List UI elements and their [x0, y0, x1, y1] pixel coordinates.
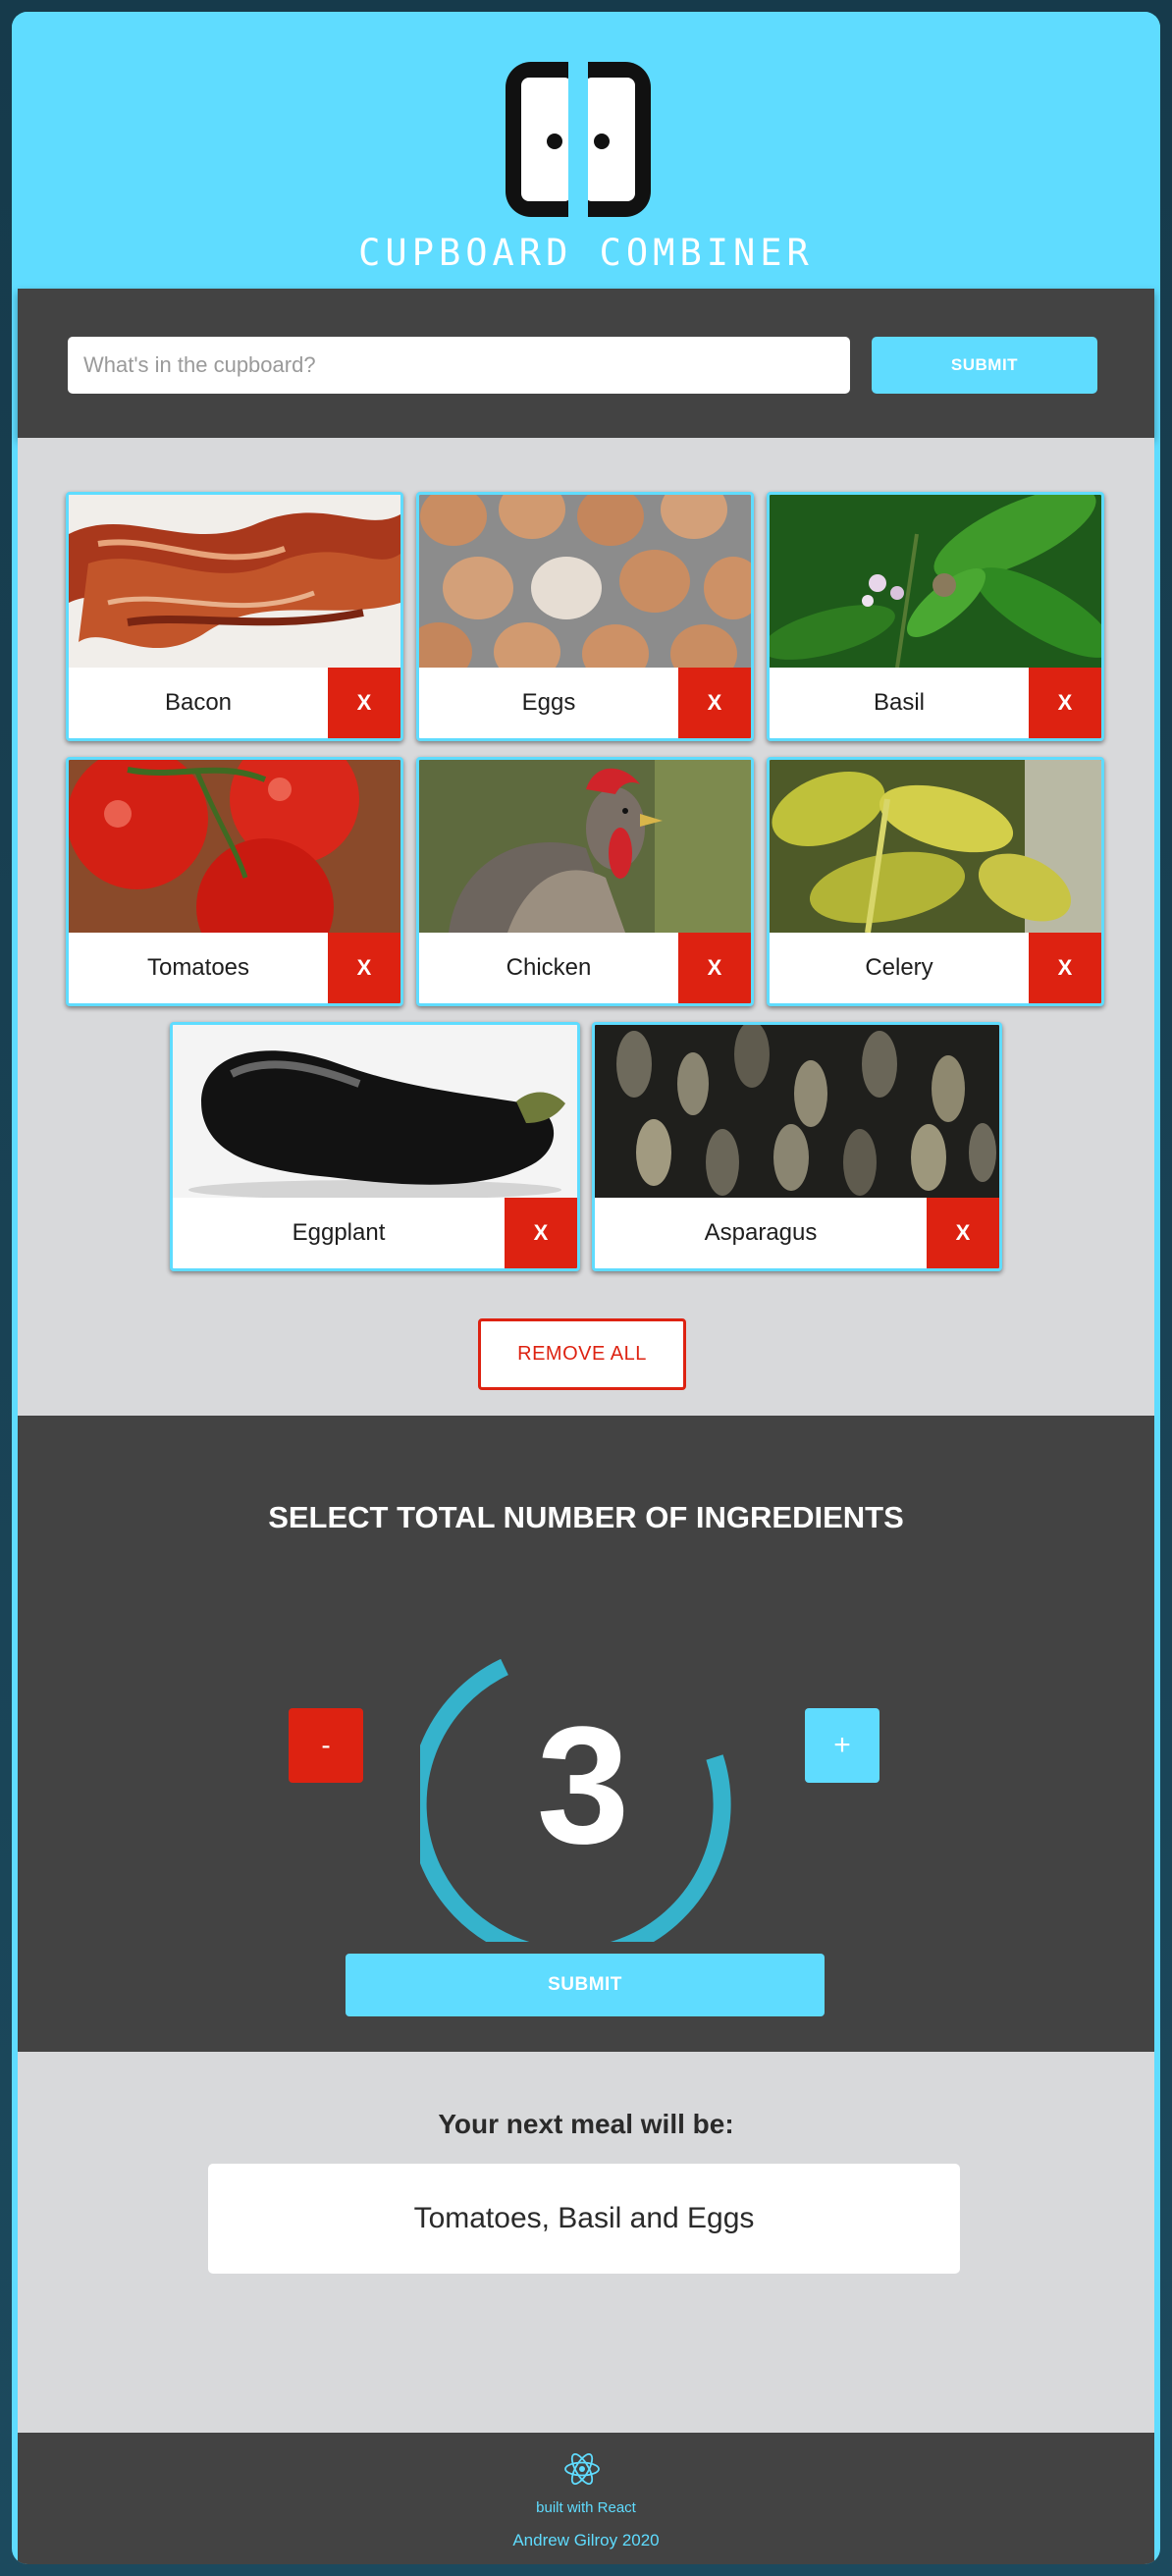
remove-ingredient-button[interactable]: X — [678, 933, 751, 1003]
ingredient-label: Basil — [873, 689, 926, 716]
bacon-image — [69, 495, 400, 668]
copyright-text: Andrew Gilroy 2020 — [512, 2531, 660, 2549]
ingredient-label: Asparagus — [704, 1219, 818, 1246]
eggplant-image — [173, 1025, 577, 1198]
meal-result: Tomatoes, Basil and Eggs — [208, 2164, 960, 2274]
footer: built with React Andrew Gilroy 2020 — [18, 2433, 1154, 2564]
remove-ingredient-button[interactable]: X — [1029, 668, 1101, 738]
ingredient-label: Chicken — [506, 954, 592, 981]
basil-image — [770, 495, 1101, 668]
result-heading: Your next meal will be: — [438, 2109, 734, 2139]
search-input[interactable] — [68, 337, 850, 394]
ingredient-card: Eggs X — [416, 492, 754, 741]
tomatoes-image — [69, 760, 400, 933]
remove-ingredient-button[interactable]: X — [678, 668, 751, 738]
header: CUPBOARD COMBINER — [12, 12, 1160, 289]
react-icon — [564, 2453, 600, 2485]
ingredient-card: Bacon X — [66, 492, 403, 741]
ingredient-card: Tomatoes X — [66, 757, 403, 1006]
built-with-text: built with React — [536, 2499, 636, 2516]
ingredient-card: Asparagus X — [592, 1022, 1002, 1271]
ingredient-label: Tomatoes — [146, 954, 250, 981]
cupboard-logo-icon — [506, 56, 651, 223]
ingredient-count-selector: SELECT TOTAL NUMBER OF INGREDIENTS - 3 +… — [18, 1416, 1154, 2052]
logo-text: CUPBOARD COMBINER — [358, 232, 814, 274]
remove-ingredient-button[interactable]: X — [328, 933, 400, 1003]
ingredient-label: Bacon — [164, 689, 233, 716]
count-submit-button[interactable]: SUBMIT — [346, 1954, 825, 2016]
increment-button[interactable]: + — [805, 1708, 879, 1783]
ingredient-label: Celery — [865, 954, 933, 981]
remove-ingredient-button[interactable]: X — [505, 1198, 577, 1268]
ingredient-card: Celery X — [767, 757, 1104, 1006]
ingredient-grid: Bacon X Eggs X Basil X Tomatoes X Chicke… — [18, 438, 1154, 1416]
remove-ingredient-button[interactable]: X — [328, 668, 400, 738]
selector-title: SELECT TOTAL NUMBER OF INGREDIENTS — [268, 1500, 904, 1534]
search-submit-button[interactable]: SUBMIT — [872, 337, 1097, 394]
ingredient-label: Eggs — [521, 689, 576, 716]
search-bar: SUBMIT — [18, 289, 1154, 438]
remove-ingredient-button[interactable]: X — [927, 1198, 999, 1268]
ingredient-count-value: 3 — [536, 1692, 630, 1879]
ingredient-card: Chicken X — [416, 757, 754, 1006]
remove-ingredient-button[interactable]: X — [1029, 933, 1101, 1003]
ingredient-label: Eggplant — [292, 1219, 386, 1246]
chicken-image — [419, 760, 751, 933]
decrement-button[interactable]: - — [289, 1708, 363, 1783]
ingredient-card: Basil X — [767, 492, 1104, 741]
ingredient-card: Eggplant X — [170, 1022, 580, 1271]
asparagus-image — [595, 1025, 999, 1198]
result-section: Your next meal will be: Tomatoes, Basil … — [18, 2052, 1154, 2433]
eggs-image — [419, 495, 751, 668]
celery-image — [770, 760, 1101, 933]
remove-all-button[interactable]: REMOVE ALL — [478, 1318, 686, 1390]
app-frame: CUPBOARD COMBINER SUBMIT Bacon X — [12, 12, 1160, 2564]
